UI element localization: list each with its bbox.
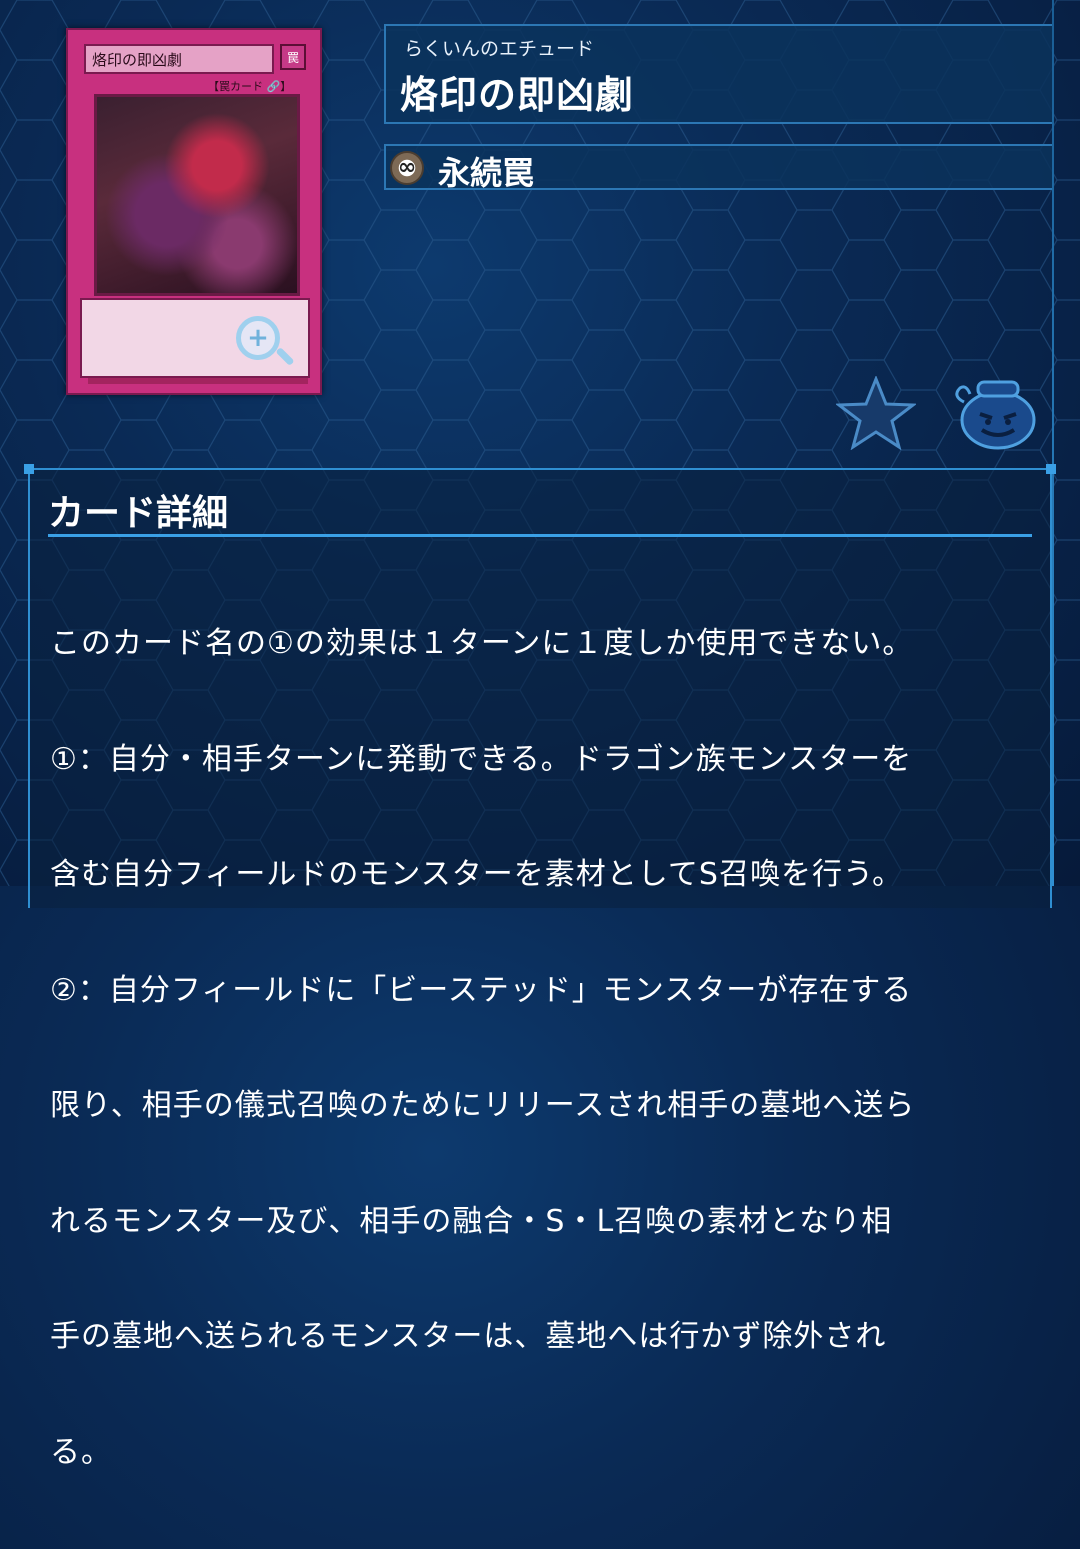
- card-effect-text: このカード名の①の効果は１ターンに１度しか使用できない。 ①：自分・相手ターンに…: [50, 548, 1040, 1549]
- effect-line: 限り、相手の儀式召喚のためにリリースされ相手の墓地へ送ら: [50, 1088, 916, 1123]
- effect-line: る。: [50, 1434, 112, 1470]
- card-detail-heading: カード詳細: [48, 493, 229, 534]
- effect-line: れるモンスター及び、相手の融合・S・L召喚の素材となり相: [50, 1203, 893, 1239]
- panel-corner: [24, 464, 34, 474]
- card-name-panel: らくいんのエチュード 烙印の即凶劇: [384, 24, 1054, 124]
- effect-line: 含む自分フィールドのモンスターを素材としてS召喚を行う。: [50, 857, 904, 892]
- continuous-trap-icon: ∞: [390, 151, 424, 185]
- card-image-attribute: 罠: [280, 44, 306, 70]
- card-type-panel: ∞ 永続罠: [384, 144, 1054, 192]
- star-icon[interactable]: [836, 376, 916, 450]
- card-name: 烙印の即凶劇: [400, 73, 635, 117]
- card-image-type: 【罠カード 🔗】: [208, 80, 292, 93]
- card-image[interactable]: 烙印の即凶劇 罠 【罠カード 🔗】 +: [66, 28, 322, 395]
- card-artwork: [94, 94, 300, 296]
- card-image-footer: [88, 378, 308, 384]
- effect-line: このカード名の①の効果は１ターンに１度しか使用できない。: [50, 626, 914, 661]
- card-type-label: 永続罠: [438, 154, 535, 192]
- effect-line: ②：自分フィールドに「ビーステッド」モンスターが存在する: [50, 972, 913, 1008]
- card-name-ruby: らくいんのエチュード: [404, 38, 595, 60]
- card-detail-panel: カード詳細 このカード名の①の効果は１ターンに１度しか使用できない。 ①：自分・…: [24, 464, 1056, 1470]
- heading-divider: [48, 534, 1032, 537]
- effect-line: 手の墓地へ送られるモンスターは、墓地へは行かず除外され: [50, 1319, 887, 1354]
- card-image-name: 烙印の即凶劇: [84, 44, 274, 74]
- zoom-in-icon[interactable]: +: [236, 316, 280, 360]
- pot-of-greed-icon[interactable]: [952, 376, 1038, 450]
- panel-side-line: [1052, 0, 1054, 886]
- panel-corner: [1046, 464, 1056, 474]
- effect-line: ①：自分・相手ターンに発動できる。ドラゴン族モンスターを: [50, 741, 913, 777]
